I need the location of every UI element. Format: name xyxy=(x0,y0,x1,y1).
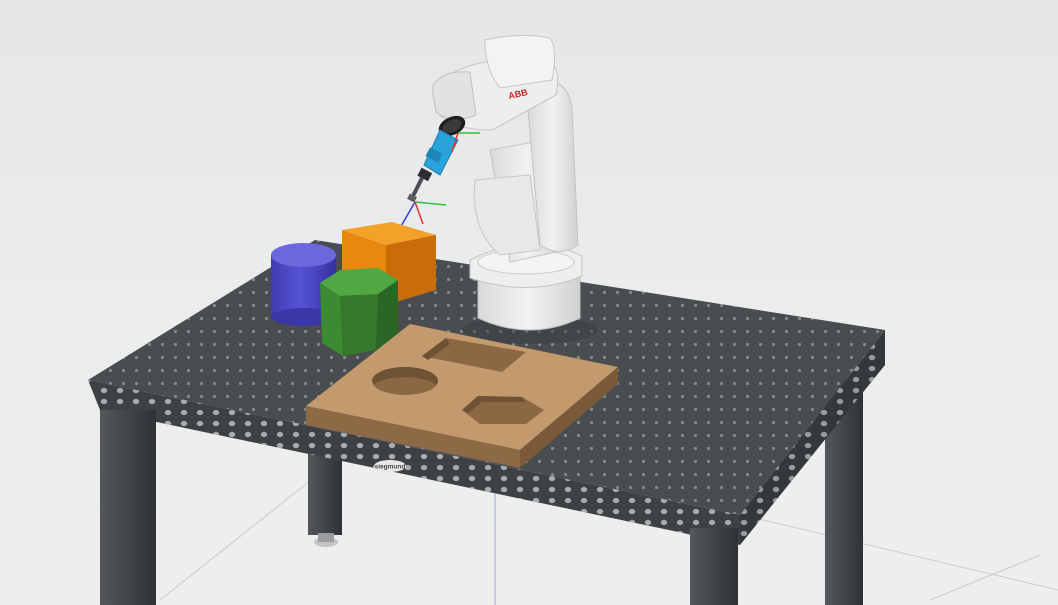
robot-tool-gripper[interactable] xyxy=(407,129,459,203)
3d-viewport[interactable]: siegmund ABB xyxy=(0,0,1058,605)
simulation-scene[interactable]: siegmund ABB xyxy=(0,0,1058,605)
table-badge-text: siegmund xyxy=(375,464,406,471)
